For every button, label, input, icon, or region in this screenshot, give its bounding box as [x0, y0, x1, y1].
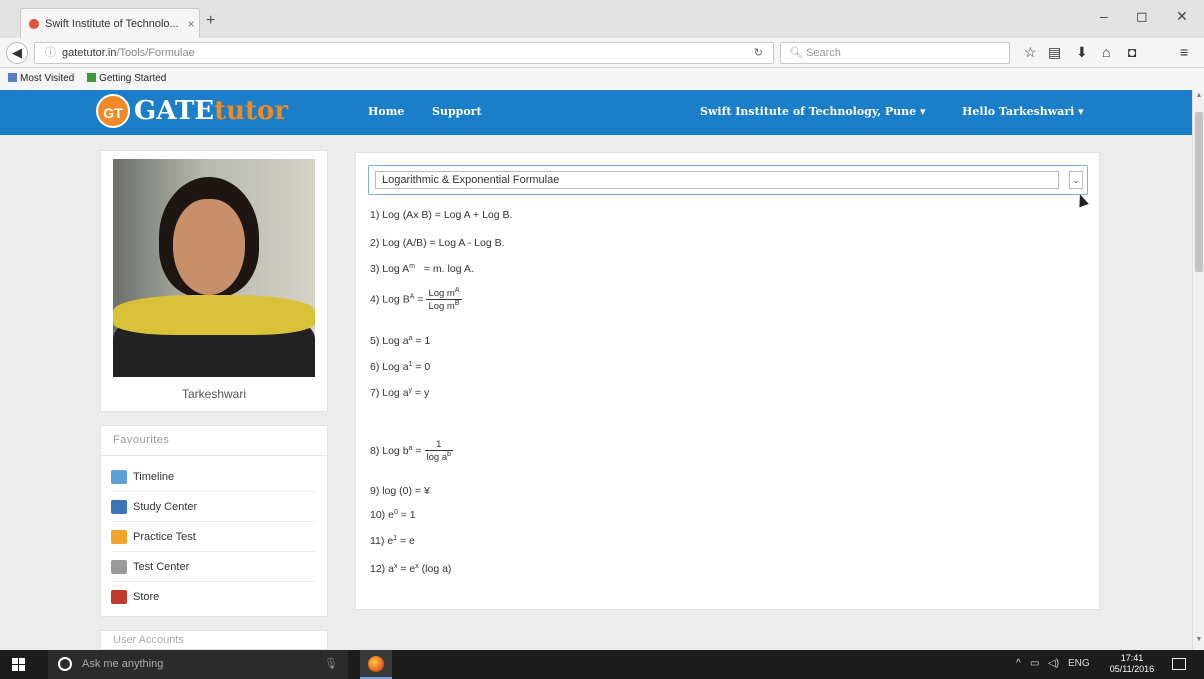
formula-2: 2) Log (A/B) = Log A - Log B.	[370, 237, 505, 249]
favourite-label: Test Center	[133, 560, 190, 573]
bookmark-most-visited[interactable]: Most Visited	[8, 73, 74, 84]
formula-7: 7) Log ay = y	[370, 387, 430, 399]
new-tab-button[interactable]: +	[206, 12, 215, 30]
nav-home-link[interactable]: Home	[368, 105, 404, 118]
formula-9: 9) log (0) = ¥	[370, 485, 430, 497]
cortana-placeholder: Ask me anything	[82, 658, 164, 670]
scroll-up-icon[interactable]: ▲	[1193, 92, 1204, 99]
favourites-title: Favourites	[101, 426, 327, 456]
user-menu-dropdown[interactable]: Hello Tarkeshwari ▾	[962, 105, 1084, 118]
study-center-icon	[111, 499, 127, 514]
logo-gate-text: GATE	[134, 96, 215, 126]
formula-11: 11) e1 = e	[370, 535, 415, 547]
favourite-label: Study Center	[133, 500, 198, 513]
favourite-label: Timeline	[133, 470, 175, 483]
logo-badge: GT	[96, 94, 130, 128]
institute-dropdown[interactable]: Swift Institute of Technology, Pune ▾	[700, 105, 926, 118]
store-icon	[111, 590, 127, 604]
clock-date: 05/11/2016	[1109, 664, 1155, 674]
formula-1: 1) Log (Ax B) = Log A + Log B.	[370, 209, 513, 221]
profile-card: Tarkeshwari	[100, 150, 328, 412]
practice-test-icon	[111, 529, 127, 544]
page-scrollbar[interactable]: ▲ ▼	[1192, 90, 1204, 650]
url-domain: gatetutor.in	[62, 47, 117, 59]
close-tab-icon[interactable]: ×	[183, 17, 199, 31]
notification-icon[interactable]	[1172, 658, 1186, 670]
reading-list-icon[interactable]: ▤	[1048, 44, 1061, 61]
formula-category-select[interactable]: Logarithmic & Exponential Formulae ⌄	[368, 165, 1088, 195]
close-window-button[interactable]: ✕	[1176, 8, 1188, 25]
nav-support-link[interactable]: Support	[432, 105, 482, 118]
formula-category-value: Logarithmic & Exponential Formulae	[375, 171, 1059, 189]
info-icon[interactable]: ⓘ	[45, 47, 56, 59]
tab-title: Swift Institute of Technolo...	[45, 17, 179, 30]
volume-icon[interactable]: ◁)	[1048, 658, 1059, 669]
formula-panel: Logarithmic & Exponential Formulae ⌄ 1) …	[355, 152, 1100, 610]
home-icon[interactable]: ⌂	[1102, 44, 1110, 60]
globe-icon	[87, 73, 97, 82]
logo-tutor-text: tutor	[214, 96, 289, 126]
reload-icon[interactable]: ↻	[754, 43, 763, 63]
cortana-search-input[interactable]: Ask me anything 🎙︎	[48, 650, 348, 679]
gatetutor-logo[interactable]: GT GATE tutor	[96, 94, 288, 128]
pocket-icon[interactable]: ◘	[1128, 44, 1136, 60]
scroll-down-icon[interactable]: ▼	[1193, 636, 1204, 643]
menu-icon[interactable]: ≡	[1180, 44, 1188, 60]
clock-time: 17:41	[1120, 653, 1144, 663]
formula-12: 12) ax = ex (log a)	[370, 563, 452, 575]
microphone-icon[interactable]: 🎙︎	[324, 650, 338, 679]
chevron-down-icon[interactable]: ⌄	[1069, 171, 1083, 189]
formula-10: 10) e0 = 1	[370, 509, 416, 521]
bookmarks-bar: Most Visited Getting Started	[0, 68, 1204, 90]
browser-tab-bar: Swift Institute of Technolo... × + – ◻ ✕	[0, 0, 1204, 38]
formula-6: 6) Log a1 = 0	[370, 361, 431, 373]
browser-nav-bar: ◀ ⓘ gatetutor.in/Tools/Formulae ↻ 🔍︎ Sear…	[0, 38, 1204, 68]
minimize-button[interactable]: –	[1100, 8, 1108, 24]
browser-tab[interactable]: Swift Institute of Technolo... ×	[20, 8, 200, 38]
windows-start-icon[interactable]	[12, 658, 26, 672]
formula-5: 5) Log aa = 1	[370, 335, 431, 347]
favourite-item-practice-test[interactable]: Practice Test	[111, 522, 315, 552]
bookmark-star-icon[interactable]: ☆	[1024, 44, 1037, 61]
url-bar[interactable]: ⓘ gatetutor.in/Tools/Formulae ↻	[34, 42, 774, 64]
bookmark-getting-started[interactable]: Getting Started	[87, 73, 166, 84]
download-icon[interactable]: ⬇	[1076, 44, 1088, 61]
favourites-panel: Favourites Timeline Study Center Practic…	[100, 425, 328, 617]
bookmark-folder-icon	[8, 73, 17, 82]
formula-3: 3) Log Am = m. log A.	[370, 263, 474, 275]
favourite-item-test-center[interactable]: Test Center	[111, 552, 315, 582]
profile-name: Tarkeshwari	[181, 387, 247, 401]
formula-8: 8) Log ba = 1 log ab	[370, 439, 454, 463]
network-icon[interactable]: ▭	[1030, 658, 1039, 669]
user-accounts-panel: User Accounts	[100, 630, 328, 650]
test-center-icon	[111, 559, 127, 574]
browser-search-input[interactable]: 🔍︎ Search	[780, 42, 1010, 64]
firefox-icon	[368, 656, 384, 672]
windows-taskbar: Ask me anything 🎙︎ ^ ▭ ◁) ENG 17:41 05/1…	[0, 650, 1204, 679]
maximize-button[interactable]: ◻	[1136, 8, 1148, 25]
taskbar-clock[interactable]: 17:41 05/11/2016	[1102, 653, 1162, 675]
favourite-label: Practice Test	[133, 530, 196, 543]
firefox-taskbar-button[interactable]	[360, 650, 392, 679]
scroll-thumb[interactable]	[1195, 112, 1203, 272]
cortana-icon	[58, 657, 72, 671]
favourite-item-store[interactable]: Store	[111, 582, 315, 612]
favourite-label: Store	[133, 591, 160, 603]
profile-photo	[113, 159, 315, 377]
site-favicon-icon	[29, 18, 39, 29]
search-placeholder: Search	[806, 47, 841, 59]
site-header: GT GATE tutor Home Support Swift Institut…	[0, 90, 1192, 135]
back-arrow-icon[interactable]: ◀	[6, 42, 28, 64]
favourite-item-timeline[interactable]: Timeline	[111, 462, 315, 492]
favourite-item-study-center[interactable]: Study Center	[111, 492, 315, 522]
url-path: /Tools/Formulae	[116, 47, 195, 59]
timeline-icon	[111, 469, 127, 484]
user-accounts-title: User Accounts	[113, 634, 184, 646]
language-indicator[interactable]: ENG	[1068, 658, 1090, 669]
tray-expand-icon[interactable]: ^	[1016, 658, 1021, 669]
formula-4: 4) Log BA = Log mA Log mB	[370, 287, 462, 312]
